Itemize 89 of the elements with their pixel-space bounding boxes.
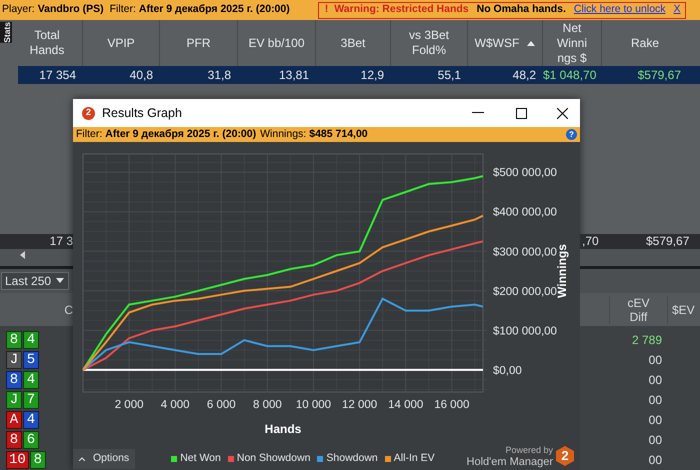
- table-cell-text: 40,8: [128, 67, 154, 84]
- table-cell-text: 2 789: [630, 332, 662, 349]
- powered-by-text: Powered by: [505, 444, 553, 456]
- filter-label: Filter:: [76, 126, 102, 142]
- table-cell-text: 00: [648, 452, 662, 469]
- maximize-icon[interactable]: [516, 108, 527, 118]
- x-tick-label: 8 000: [253, 399, 282, 411]
- table-cell-text: 12,9: [360, 67, 385, 84]
- filter-label: Filter:: [110, 2, 136, 18]
- x-tick-label: 2 000: [114, 399, 144, 411]
- column-header[interactable]: C: [64, 300, 73, 318]
- caret-down-icon: [56, 278, 64, 284]
- x-tick-label: 14 000: [388, 399, 424, 411]
- y-tick-label: $100 000,00: [493, 325, 557, 338]
- playing-card: 5: [23, 351, 39, 369]
- stats-row[interactable]: 17 354 40,8 31,8 13,81 12,9 55,1 48,2 $1 048,70 $579,67: [18, 66, 700, 84]
- table-cell-text: 55,1: [436, 67, 462, 84]
- player-label: Player:: [1, 2, 35, 18]
- table-cell-text: 48,2: [512, 67, 537, 84]
- minimize-icon[interactable]: [472, 112, 484, 114]
- x-tick-label: 4 000: [160, 399, 190, 411]
- table-cell-text: 00: [648, 352, 662, 369]
- brand-logo: 2: [556, 446, 574, 466]
- scrollbar[interactable]: [0, 248, 73, 262]
- y-tick-label: $0,00: [493, 364, 522, 377]
- window-title: Results Graph: [102, 104, 183, 122]
- warning-icon: !: [324, 2, 328, 18]
- table-cell-text: 31,8: [206, 67, 232, 84]
- playing-card: 8: [30, 451, 46, 469]
- scroll-left-icon[interactable]: [20, 251, 25, 260]
- notice-text: No Omaha hands.: [476, 2, 566, 18]
- y-axis-title: Winnings: [555, 244, 569, 298]
- filter-value: After 9 декабря 2025 г. (20:00): [105, 126, 256, 142]
- x-tick-label: 10 000: [296, 399, 332, 411]
- table-cell-text: 13,81: [278, 67, 310, 84]
- legend-label: Showdown: [326, 451, 378, 466]
- sort-up-icon: [527, 40, 536, 46]
- app-logo: 2: [82, 106, 95, 120]
- table-cell-text: 00: [648, 432, 662, 449]
- y-tick-label: $300 000,00: [493, 246, 557, 258]
- winnings-label: Winnings:: [260, 126, 306, 142]
- table-cell-text: $579,67: [646, 233, 690, 250]
- legend-label: Net Won: [180, 451, 221, 466]
- playing-card: J: [6, 391, 22, 409]
- playing-card: 6: [23, 431, 39, 449]
- playing-card: 7: [23, 391, 39, 409]
- column-header[interactable]: $EV: [672, 300, 695, 318]
- unlock-link[interactable]: Click here to unlock: [574, 2, 666, 18]
- x-tick-label: 16 000: [434, 399, 470, 411]
- table-cell-text: 00: [648, 412, 662, 429]
- playing-card: 4: [23, 411, 39, 429]
- playing-card: J: [6, 351, 22, 369]
- table-cell-text: 17 3: [50, 233, 73, 250]
- legend-label: All-In EV: [394, 451, 435, 466]
- table-cell-text: 17 354: [38, 67, 77, 84]
- column-header[interactable]: Rake: [602, 20, 688, 66]
- y-tick-label: $500 000,00: [493, 167, 557, 180]
- playing-card: 10: [6, 451, 29, 469]
- brand-name: Hold'em Manager: [466, 456, 553, 468]
- table-cell-text: 00: [648, 372, 662, 389]
- playing-card: 8: [6, 371, 22, 389]
- player-name: Vandbro (PS): [38, 2, 104, 18]
- options-button[interactable]: Options: [73, 449, 136, 469]
- playing-card: 8: [6, 431, 22, 449]
- x-axis-title: Hands: [264, 422, 302, 436]
- playing-card: 4: [23, 331, 39, 349]
- table-cell-text: ,70: [582, 233, 600, 250]
- y-tick-label: $200 000,00: [493, 286, 557, 298]
- chevron-up-icon: [79, 457, 85, 461]
- close-button[interactable]: X: [674, 2, 681, 18]
- close-icon[interactable]: [557, 108, 568, 118]
- playing-card: 8: [6, 331, 22, 349]
- winnings-value: $485 714,00: [309, 126, 369, 142]
- range-dropdown[interactable]: Last 250: [1, 272, 69, 290]
- filter-value: After 9 декабря 2025 г. (20:00): [138, 2, 290, 18]
- scrollbar[interactable]: [580, 248, 700, 266]
- column-header[interactable]: cEV Diff: [610, 296, 668, 324]
- table-cell-text: $1 048,70: [543, 67, 598, 84]
- legend-label: Non Showdown: [236, 451, 310, 466]
- playing-card: A: [6, 411, 22, 429]
- help-icon[interactable]: ?: [566, 129, 577, 140]
- x-tick-label: 12 000: [342, 399, 378, 411]
- playing-card: 4: [23, 371, 39, 389]
- warning-text: Warning: Restricted Hands: [334, 2, 469, 18]
- y-tick-label: $400 000,00: [493, 206, 557, 219]
- stats-tab[interactable]: Stats: [0, 22, 12, 43]
- table-cell-text: $579,67: [636, 67, 682, 84]
- table-cell-text: 00: [648, 392, 662, 409]
- x-tick-label: 6 000: [206, 399, 236, 411]
